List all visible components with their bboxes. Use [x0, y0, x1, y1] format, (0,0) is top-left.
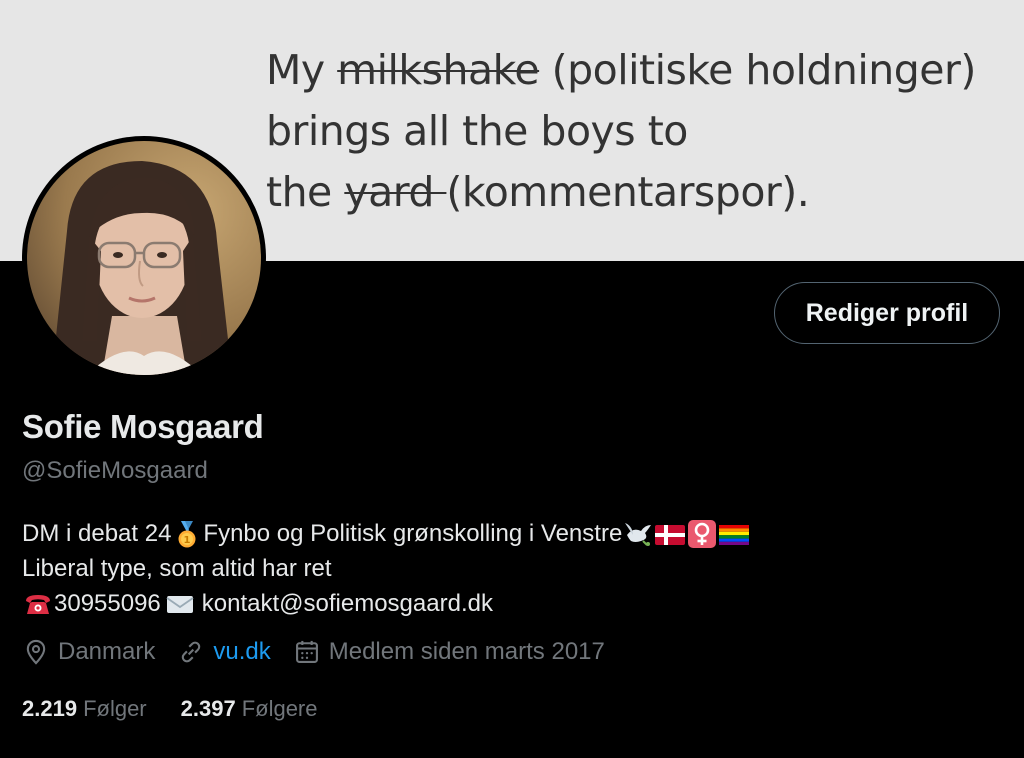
phone-number: 30955096 — [54, 590, 161, 617]
location-text: Danmark — [58, 638, 156, 665]
followers-link[interactable]: 2.397 Følgere — [181, 696, 318, 722]
edit-profile-button[interactable]: Rediger profil — [774, 282, 1000, 344]
joined-item: Medlem siden marts 2017 — [293, 638, 605, 666]
calendar-icon — [295, 640, 318, 663]
username-handle: @SofieMosgaard — [22, 457, 208, 484]
gold-medal-icon: 1 — [172, 519, 202, 549]
rainbow-flag-icon — [719, 519, 750, 549]
avatar[interactable] — [22, 136, 266, 380]
following-link[interactable]: 2.219 Følger — [22, 696, 147, 722]
follow-stats: 2.219 Følger 2.397 Følgere — [22, 696, 351, 722]
avatar-photo — [27, 141, 261, 375]
link-icon — [182, 641, 201, 663]
website-item[interactable]: vu.dk — [177, 638, 271, 666]
joined-date: Medlem siden marts 2017 — [328, 638, 605, 665]
banner-strikethrough-word: yard — [344, 168, 447, 216]
display-name: Sofie Mosgaard — [22, 408, 264, 445]
bio-text: DM i debat 24 — [22, 520, 172, 547]
female-sign-icon — [687, 519, 717, 549]
bio-text: Fynbo og Politisk grønskolling i Venstre — [203, 520, 623, 547]
following-label: Følger — [83, 696, 147, 721]
followers-count: 2.397 — [180, 696, 236, 721]
envelope-icon — [165, 589, 195, 619]
bio-text: Liberal type, som altid har ret — [22, 555, 332, 582]
location-pin-icon — [26, 639, 46, 665]
contact-email[interactable]: kontakt@sofiemosgaard.dk — [202, 586, 493, 621]
location-item: Danmark — [22, 638, 155, 666]
profile-bio: DM i debat 24 1 Fynbo og Politisk grønsk… — [22, 516, 922, 621]
banner-text: My milkshake (politiske holdninger) brin… — [266, 46, 976, 216]
dove-icon — [623, 519, 653, 549]
profile-meta: Danmark vu.dk Medlem siden marts 2017 — [22, 638, 627, 666]
following-count: 2.219 — [22, 696, 78, 721]
svg-text:1: 1 — [184, 535, 191, 546]
profile-page: My milkshake (politiske holdninger) brin… — [0, 0, 1024, 758]
website-link[interactable]: vu.dk — [213, 638, 270, 666]
followers-label: Følgere — [241, 696, 318, 721]
banner-strikethrough-word: milkshake — [337, 46, 540, 94]
denmark-flag-icon — [655, 519, 686, 549]
telephone-icon — [23, 589, 53, 619]
